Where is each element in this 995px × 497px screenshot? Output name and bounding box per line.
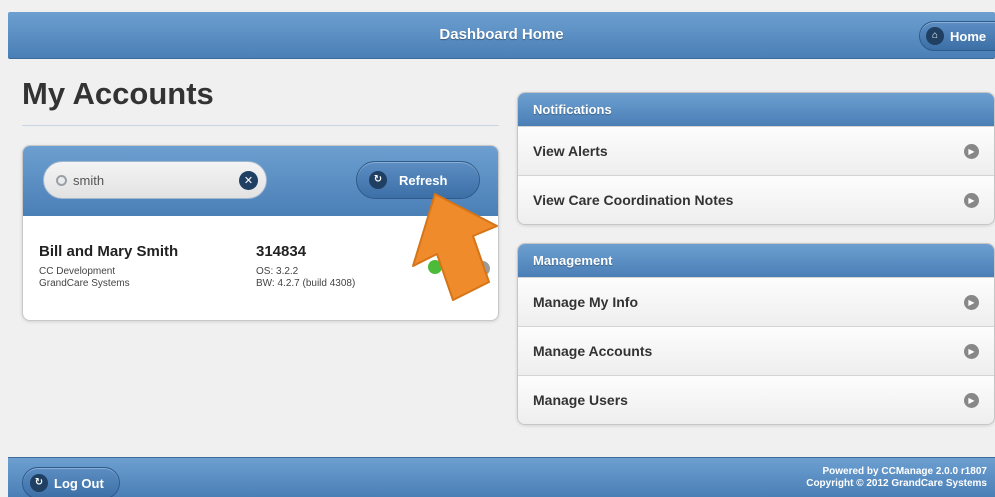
page-header-title: Dashboard Home [439, 26, 564, 43]
manage-my-info-label: Manage My Info [533, 294, 639, 310]
chevron-right-icon: ▶ [964, 192, 979, 208]
view-care-notes-label: View Care Coordination Notes [533, 192, 734, 208]
refresh-icon: ↻ [369, 171, 387, 189]
management-heading: Management [518, 244, 994, 277]
clear-search-icon[interactable]: ✕ [239, 171, 258, 190]
search-input[interactable] [73, 172, 213, 188]
pointer-arrow-icon [412, 193, 498, 301]
view-alerts-item[interactable]: View Alerts ▶ [518, 126, 994, 175]
manage-my-info-item[interactable]: Manage My Info ▶ [518, 277, 994, 326]
account-id: 314834 [256, 243, 307, 260]
top-header-bar: Dashboard Home ⌂ Home [8, 12, 995, 59]
chevron-right-icon: ▶ [964, 143, 979, 159]
account-line1: CC Development [39, 266, 116, 277]
home-button-label: Home [950, 28, 987, 44]
powered-by-text: Powered by CCManage 2.0.0 r1807 [822, 466, 987, 477]
title-divider [22, 125, 499, 126]
copyright-text: Copyright © 2012 GrandCare Systems [806, 478, 987, 489]
account-line2: GrandCare Systems [39, 278, 130, 289]
logout-button[interactable]: ↻ Log Out [22, 467, 120, 497]
view-care-notes-item[interactable]: View Care Coordination Notes ▶ [518, 175, 994, 224]
manage-accounts-item[interactable]: Manage Accounts ▶ [518, 326, 994, 375]
view-alerts-label: View Alerts [533, 143, 608, 159]
notifications-heading: Notifications [518, 93, 994, 126]
account-os-version: OS: 3.2.2 [256, 266, 299, 277]
refresh-button-label: Refresh [399, 172, 448, 188]
manage-users-label: Manage Users [533, 392, 628, 408]
logout-button-label: Log Out [54, 475, 104, 491]
home-button[interactable]: ⌂ Home [919, 21, 995, 51]
search-icon [56, 174, 67, 186]
chevron-right-icon: ▶ [964, 392, 979, 408]
manage-users-item[interactable]: Manage Users ▶ [518, 375, 994, 424]
management-panel: Management Manage My Info ▶ Manage Accou… [517, 243, 995, 425]
footer-credits: Powered by CCManage 2.0.0 r1807 Copyrigh… [806, 466, 987, 490]
chevron-right-icon: ▶ [964, 343, 979, 359]
home-icon: ⌂ [926, 27, 944, 45]
chevron-right-icon: ▶ [964, 294, 979, 310]
logout-icon: ↻ [30, 474, 48, 492]
notifications-panel: Notifications View Alerts ▶ View Care Co… [517, 92, 995, 225]
page-title: My Accounts [22, 76, 214, 111]
account-name: Bill and Mary Smith [39, 243, 179, 260]
account-bw-version: BW: 4.2.7 (build 4308) [256, 278, 356, 289]
manage-accounts-label: Manage Accounts [533, 343, 653, 359]
search-box[interactable]: ✕ [43, 161, 267, 199]
footer-bar: ↻ Log Out Powered by CCManage 2.0.0 r180… [8, 457, 995, 497]
